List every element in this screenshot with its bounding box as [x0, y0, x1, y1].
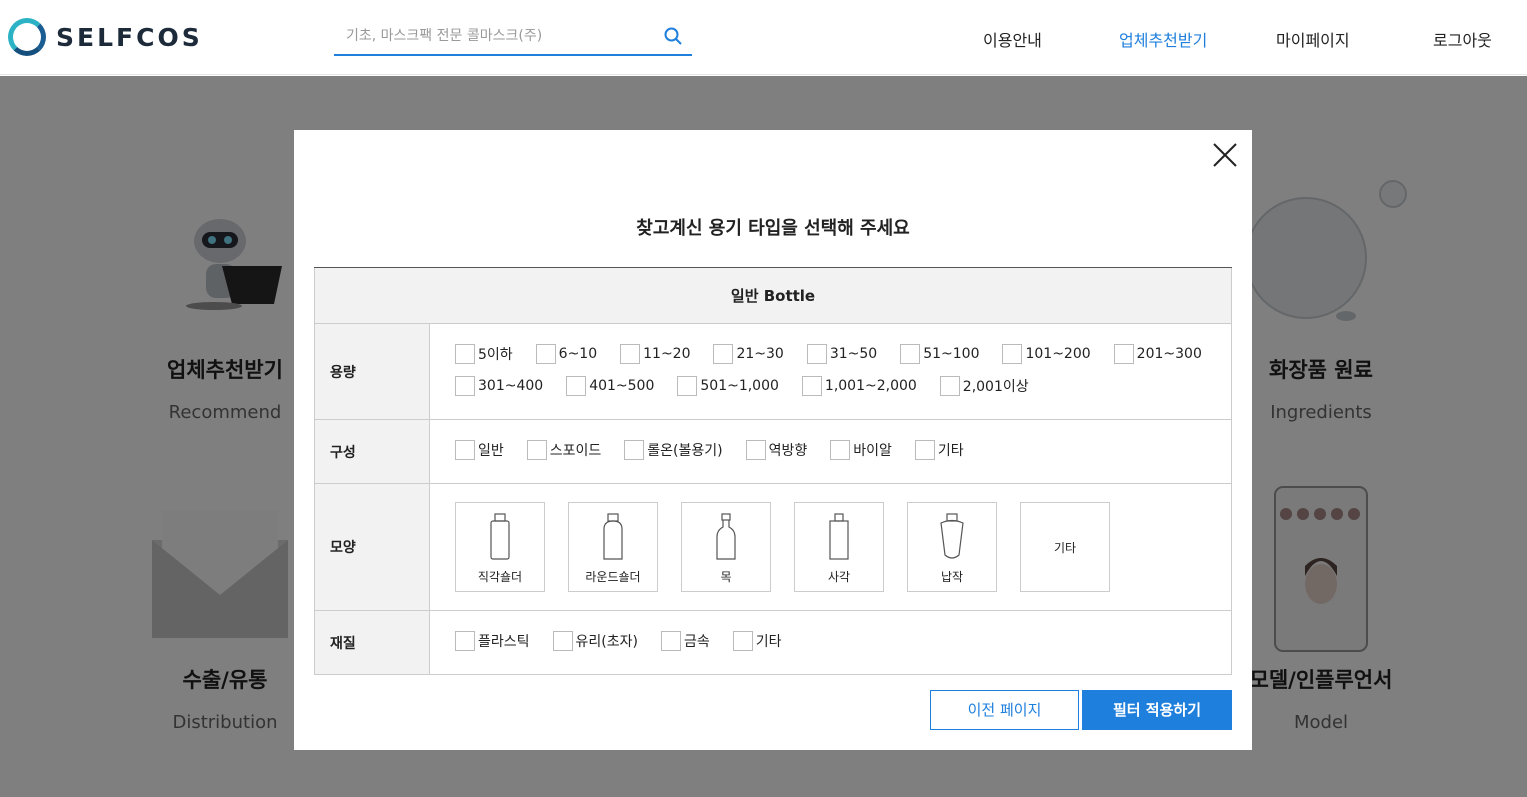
capacity-option[interactable]: 2,001이상 — [939, 376, 1029, 396]
capacity-row: 용량 5이하 6~10 11~20 21~30 31~50 51~100 101… — [314, 324, 1232, 420]
checkbox[interactable] — [566, 376, 587, 396]
checkbox[interactable] — [806, 344, 827, 364]
checkbox[interactable] — [535, 344, 556, 364]
checkbox[interactable] — [1002, 344, 1023, 364]
capacity-option[interactable]: 401~500 — [566, 376, 654, 396]
material-label: 재질 — [315, 611, 430, 674]
checkbox[interactable] — [455, 631, 475, 651]
material-row: 재질 플라스틱 유리(초자) 금속 기타 — [314, 611, 1232, 675]
capacity-option[interactable]: 6~10 — [535, 344, 597, 364]
round-shoulder-bottle-icon — [603, 513, 623, 560]
search-icon[interactable] — [663, 26, 683, 46]
modal-title: 찾고계신 용기 타입을 선택해 주세요 — [636, 218, 910, 239]
selfcos-logo[interactable]: SELFCOS — [8, 18, 203, 56]
composition-option[interactable]: 역방향 — [745, 440, 807, 460]
nav-guide[interactable]: 이용안내 — [983, 27, 1042, 51]
checkbox[interactable] — [900, 344, 921, 364]
capacity-option[interactable]: 11~20 — [620, 344, 690, 364]
checkbox[interactable] — [677, 376, 698, 396]
material-option[interactable]: 금속 — [660, 631, 710, 651]
table-heading: 일반 Bottle — [314, 268, 1232, 324]
checkbox[interactable] — [939, 376, 960, 396]
checkbox[interactable] — [455, 440, 475, 460]
checkbox[interactable] — [660, 631, 681, 651]
shape-option-flat[interactable]: 납작 — [907, 502, 997, 592]
composition-option[interactable]: 기타 — [914, 440, 964, 460]
flat-bottle-icon — [940, 513, 964, 559]
nav-mypage[interactable]: 마이페이지 — [1276, 27, 1350, 51]
nav-logout[interactable]: 로그아웃 — [1433, 27, 1492, 51]
material-option[interactable]: 플라스틱 — [455, 631, 530, 651]
material-option[interactable]: 유리(초자) — [552, 631, 638, 651]
logo-ring-icon — [8, 18, 46, 56]
prev-page-button[interactable]: 이전 페이지 — [930, 690, 1079, 730]
shape-option-square-shoulder[interactable]: 직각숄더 — [455, 502, 545, 592]
capacity-option[interactable]: 5이하 — [455, 344, 513, 364]
checkbox[interactable] — [526, 440, 547, 460]
checkbox[interactable] — [914, 440, 935, 460]
shape-label: 모양 — [315, 484, 430, 610]
square-shoulder-bottle-icon — [490, 513, 510, 560]
capacity-label: 용량 — [315, 324, 430, 419]
composition-label: 구성 — [315, 420, 430, 483]
search-input[interactable] — [334, 28, 644, 44]
capacity-options: 5이하 6~10 11~20 21~30 31~50 51~100 101~20… — [430, 324, 1231, 419]
checkbox[interactable] — [732, 631, 753, 651]
checkbox[interactable] — [745, 440, 766, 460]
checkbox[interactable] — [624, 440, 645, 460]
checkbox[interactable] — [830, 440, 851, 460]
shape-option-other[interactable]: 기타 — [1020, 502, 1110, 592]
capacity-option[interactable]: 31~50 — [806, 344, 877, 364]
logo-text: SELFCOS — [56, 22, 203, 52]
shape-option-round-shoulder[interactable]: 라운드숄더 — [568, 502, 658, 592]
checkbox[interactable] — [620, 344, 641, 364]
composition-option[interactable]: 일반 — [455, 440, 504, 460]
capacity-option[interactable]: 201~300 — [1113, 344, 1202, 364]
filter-table: 일반 Bottle 용량 5이하 6~10 11~20 21~30 31~50 … — [314, 267, 1232, 675]
capacity-option[interactable]: 21~30 — [713, 344, 784, 364]
checkbox[interactable] — [1113, 344, 1134, 364]
capacity-option[interactable]: 51~100 — [900, 344, 979, 364]
checkbox[interactable] — [455, 376, 475, 396]
checkbox[interactable] — [713, 344, 734, 364]
shape-options: 직각숄더 라운드숄더 목 사각 납작 기타 — [430, 484, 1231, 610]
neck-bottle-icon — [716, 513, 736, 560]
apply-filter-button[interactable]: 필터 적용하기 — [1082, 690, 1232, 730]
shape-option-square[interactable]: 사각 — [794, 502, 884, 592]
checkbox[interactable] — [801, 376, 822, 396]
composition-option[interactable]: 스포이드 — [526, 440, 601, 460]
composition-option[interactable]: 롤온(볼용기) — [624, 440, 723, 460]
composition-options: 일반 스포이드 롤온(볼용기) 역방향 바이알 기타 — [430, 420, 1231, 483]
square-bottle-icon — [829, 513, 849, 560]
top-header: SELFCOS 이용안내 업체추천받기 마이페이지 로그아웃 — [0, 0, 1527, 75]
container-type-modal: 찾고계신 용기 타입을 선택해 주세요 일반 Bottle 용량 5이하 6~1… — [294, 130, 1252, 750]
checkbox[interactable] — [455, 344, 475, 364]
capacity-option[interactable]: 1,001~2,000 — [801, 376, 917, 396]
checkbox[interactable] — [552, 631, 573, 651]
composition-option[interactable]: 바이알 — [830, 440, 892, 460]
nav-recommend[interactable]: 업체추천받기 — [1119, 27, 1207, 51]
shape-row: 모양 직각숄더 라운드숄더 목 사각 납작 기타 — [314, 484, 1232, 611]
close-icon[interactable] — [1212, 142, 1238, 168]
capacity-option[interactable]: 301~400 — [455, 376, 543, 396]
shape-option-neck[interactable]: 목 — [681, 502, 771, 592]
material-options: 플라스틱 유리(초자) 금속 기타 — [430, 611, 1231, 674]
search-bar — [334, 18, 692, 56]
capacity-option[interactable]: 101~200 — [1002, 344, 1091, 364]
composition-row: 구성 일반 스포이드 롤온(볼용기) 역방향 바이알 기타 — [314, 420, 1232, 484]
material-option[interactable]: 기타 — [732, 631, 782, 651]
capacity-option[interactable]: 501~1,000 — [677, 376, 779, 396]
